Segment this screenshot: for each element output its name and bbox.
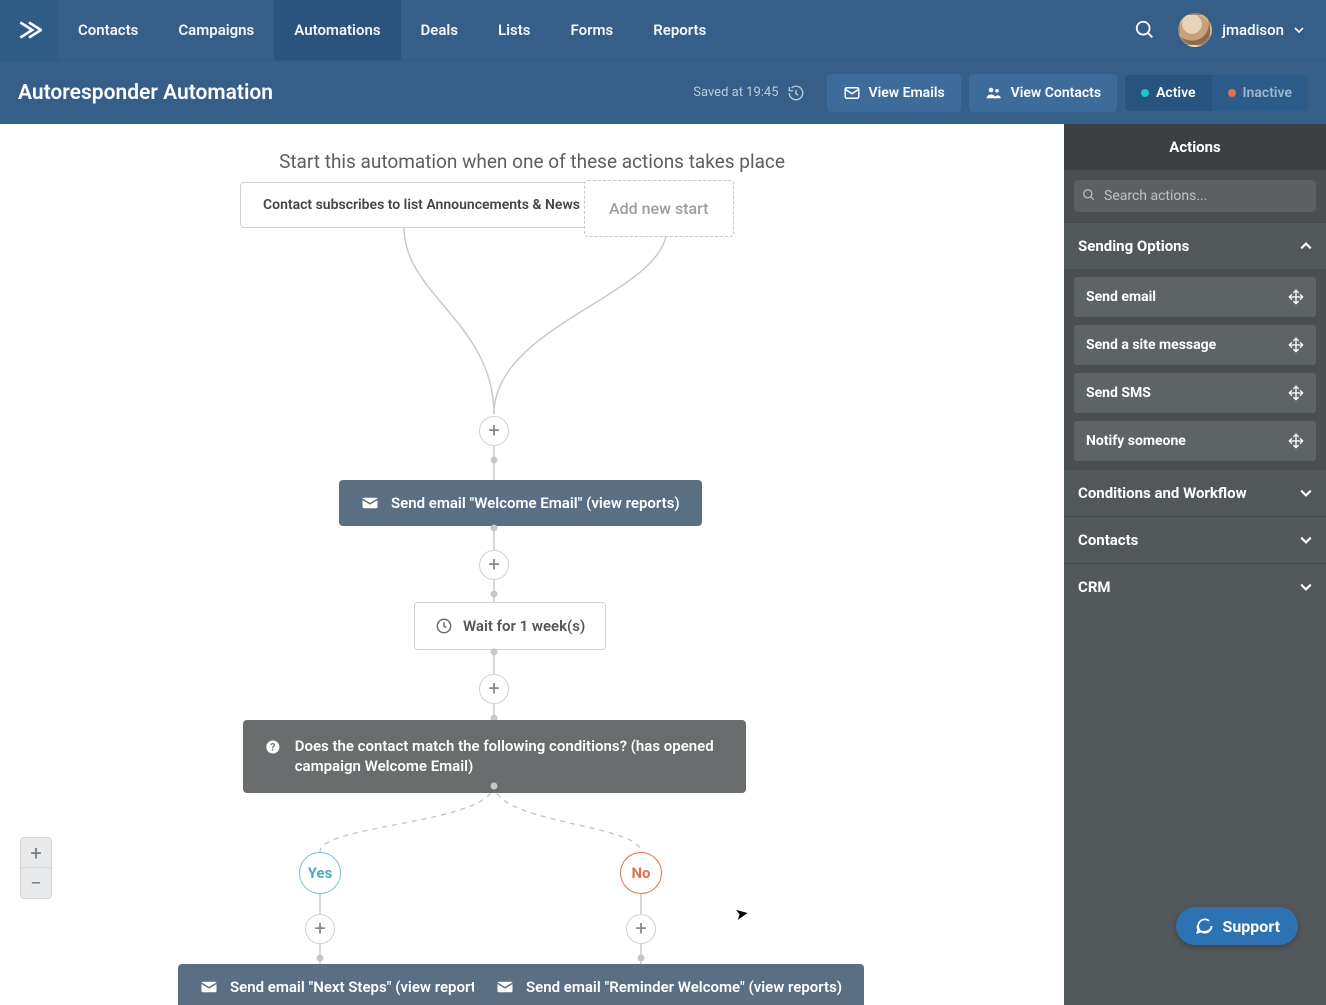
nav-lists[interactable]: Lists <box>478 0 550 60</box>
nav-campaigns[interactable]: Campaigns <box>158 0 274 60</box>
mail-icon <box>200 978 218 996</box>
move-icon <box>1288 289 1304 305</box>
automation-canvas[interactable]: Start this automation when one of these … <box>0 124 1064 1005</box>
username: jmadison <box>1222 21 1284 39</box>
start-trigger-node[interactable]: Contact subscribes to list Announcements… <box>240 182 603 228</box>
section-sending-options[interactable]: Sending Options <box>1064 222 1326 269</box>
mail-icon <box>496 978 514 996</box>
status-inactive[interactable]: Inactive <box>1212 75 1308 111</box>
sidebar-search: Search actions... <box>1064 170 1326 222</box>
people-icon <box>985 84 1003 102</box>
zoom-in-button[interactable]: + <box>21 838 51 868</box>
top-nav: Contacts Campaigns Automations Deals Lis… <box>0 0 1326 60</box>
sidebar-title: Actions <box>1064 124 1326 170</box>
section-crm[interactable]: CRM <box>1064 563 1326 610</box>
connector-dot <box>638 955 645 962</box>
connector-dot <box>491 649 498 656</box>
add-step-plus[interactable]: + <box>479 550 509 580</box>
chevron-up-icon <box>1300 240 1312 252</box>
nav-contacts[interactable]: Contacts <box>58 0 158 60</box>
branch-yes[interactable]: Yes <box>299 852 341 894</box>
chevron-down-icon <box>1300 534 1312 546</box>
chevron-down-icon <box>1300 487 1312 499</box>
connector-dot <box>491 591 498 598</box>
chat-icon <box>1194 916 1214 936</box>
connector-dot <box>491 457 498 464</box>
avatar <box>1178 13 1212 47</box>
zoom-out-button[interactable]: − <box>21 868 51 898</box>
status-active[interactable]: Active <box>1125 75 1211 111</box>
add-step-plus[interactable]: + <box>626 914 656 944</box>
mail-icon <box>843 84 861 102</box>
chevron-down-icon <box>1300 581 1312 593</box>
branch-no[interactable]: No <box>620 852 662 894</box>
saved-indicator: Saved at 19:45 <box>693 84 804 102</box>
action-send-email[interactable]: Send email <box>1074 277 1316 317</box>
cursor-icon: ➤ <box>733 903 750 924</box>
clock-icon <box>435 617 453 635</box>
svg-text:?: ? <box>270 742 275 753</box>
sending-options-actions: Send email Send a site message Send SMS … <box>1064 269 1326 469</box>
section-contacts[interactable]: Contacts <box>1064 516 1326 563</box>
add-start-node[interactable]: Add new start <box>584 180 734 237</box>
action-send-site-message[interactable]: Send a site message <box>1074 325 1316 365</box>
view-contacts-button[interactable]: View Contacts <box>969 74 1117 112</box>
nav-forms[interactable]: Forms <box>551 0 634 60</box>
history-icon <box>787 84 805 102</box>
start-prompt: Start this automation when one of these … <box>0 150 1064 173</box>
move-icon <box>1288 433 1304 449</box>
view-emails-button[interactable]: View Emails <box>827 74 961 112</box>
mail-icon <box>361 494 379 512</box>
logo[interactable] <box>0 0 58 60</box>
support-button[interactable]: Support <box>1176 907 1298 945</box>
nav-deals[interactable]: Deals <box>401 0 479 60</box>
sub-header: Autoresponder Automation Saved at 19:45 … <box>0 60 1326 124</box>
action-notify-someone[interactable]: Notify someone <box>1074 421 1316 461</box>
page-title: Autoresponder Automation <box>18 81 273 105</box>
connector-dot <box>491 525 498 532</box>
connector-dot <box>317 955 324 962</box>
actions-sidebar: Actions Search actions... Sending Option… <box>1064 124 1326 1005</box>
nav-reports[interactable]: Reports <box>633 0 726 60</box>
add-step-plus[interactable]: + <box>479 674 509 704</box>
move-icon <box>1288 337 1304 353</box>
status-toggle: Active Inactive <box>1125 75 1308 111</box>
inactive-dot-icon <box>1228 89 1236 97</box>
search-actions-input[interactable]: Search actions... <box>1074 180 1316 212</box>
section-conditions-workflow[interactable]: Conditions and Workflow <box>1064 469 1326 516</box>
action-send-sms[interactable]: Send SMS <box>1074 373 1316 413</box>
node-send-reminder-welcome[interactable]: Send email "Reminder Welcome" (view repo… <box>474 964 864 1005</box>
node-send-welcome-email[interactable]: Send email "Welcome Email" (view reports… <box>339 480 702 526</box>
search-icon <box>1082 188 1096 202</box>
question-icon: ? <box>265 736 281 758</box>
nav-items: Contacts Campaigns Automations Deals Lis… <box>58 0 726 60</box>
zoom-control: + − <box>20 837 52 899</box>
node-send-next-steps[interactable]: Send email "Next Steps" (view reports) <box>178 964 511 1005</box>
chevron-down-icon <box>1294 25 1304 35</box>
active-dot-icon <box>1141 89 1149 97</box>
add-step-plus[interactable]: + <box>305 914 335 944</box>
add-step-plus[interactable]: + <box>479 416 509 446</box>
move-icon <box>1288 385 1304 401</box>
node-wait[interactable]: Wait for 1 week(s) <box>414 602 606 650</box>
user-menu[interactable]: jmadison <box>1166 13 1326 47</box>
search-icon[interactable] <box>1124 9 1166 51</box>
nav-automations[interactable]: Automations <box>274 0 400 60</box>
connector-dot <box>491 783 498 790</box>
